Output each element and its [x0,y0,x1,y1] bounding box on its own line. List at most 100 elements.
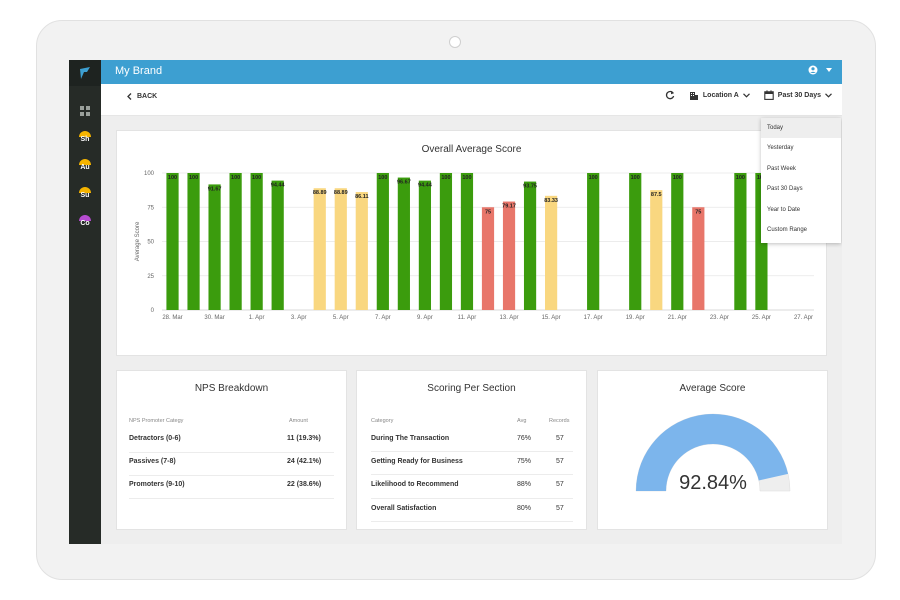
section-avg: 76% [517,435,532,442]
x-tick-label: 17. Apr [584,315,603,321]
chart-bar [397,177,410,310]
calendar-icon [764,90,774,100]
chart-bar [734,173,747,310]
nps-amount: 22 (38.6%) [287,481,322,488]
sidebar-item-au[interactable]: Au [69,155,101,177]
chart-bar [587,173,600,310]
brand-logo[interactable] [69,60,101,86]
x-tick-label: 15. Apr [542,315,561,321]
toolbar-actions: Location A Past 30 Days [665,90,832,100]
chart-bar [229,173,242,310]
chart-bar [671,173,684,310]
chart-bar [481,207,495,310]
row-divider [129,475,334,476]
toolbar: BACK Location A Past 30 Days [101,84,842,116]
date-option-custom-range[interactable]: Custom Range [761,220,841,240]
nps-breakdown-card: NPS Breakdown NPS Promoter Categy Amount… [116,370,347,530]
caret-down-icon [826,68,832,72]
x-tick-label: 23. Apr [710,315,729,321]
chart-bar [460,173,474,310]
y-tick-label: 25 [147,274,154,280]
bar-value-label: 75 [695,209,701,215]
section-avg: 75% [517,458,532,465]
chart-bar [313,188,326,310]
sections-header-records: Records [549,418,570,424]
user-menu[interactable] [808,65,832,75]
section-records: 57 [556,458,564,465]
app-title: My Brand [115,65,163,77]
sections-title: Scoring Per Section [427,383,516,394]
sections-header-category: Category [371,418,394,424]
row-divider [371,521,573,522]
date-range-dropdown: Today Yesterday Past Week Past 30 Days Y… [761,118,841,243]
top-bar: My Brand [101,60,842,84]
row-divider [371,451,573,452]
x-tick-label: 25. Apr [752,315,771,321]
x-tick-label: 5. Apr [333,315,349,321]
chart-bar [334,188,347,310]
bar-value-label: 87.5 [651,192,662,198]
chevron-down-icon [825,92,832,98]
sections-header-avg: Avg [517,418,527,424]
row-divider [129,498,334,499]
chart-bar [502,201,516,310]
x-tick-label: 28. Mar [162,315,182,321]
bar-value-label: 100 [189,175,198,181]
section-category: Likelihood to Recommend [371,481,459,488]
bar-value-label: 75 [485,209,491,215]
chart-bar [692,207,705,310]
nps-title: NPS Breakdown [194,383,269,394]
section-records: 57 [556,505,564,512]
date-option-past-30-days[interactable]: Past 30 Days [761,179,841,199]
sidebar-item-sh[interactable]: Sh [69,127,101,149]
bar-value-label: 100 [231,175,240,181]
location-label: Location A [702,91,739,99]
building-icon [689,92,698,100]
bar-value-label: 96.67 [397,180,411,186]
back-label: BACK [137,93,158,100]
bar-value-label: 100 [252,175,261,181]
sidebar-item-su[interactable]: Su [69,183,101,205]
date-option-today[interactable]: Today [761,118,841,138]
row-divider [371,474,573,475]
back-button[interactable]: BACK [127,93,157,100]
sidebar-item-label: Su [80,192,90,199]
chart-bar [376,173,389,310]
x-tick-label: 9. Apr [417,315,433,321]
sidebar-item-label: Au [80,164,90,171]
chart-bar [418,180,432,310]
x-tick-label: 7. Apr [375,315,391,321]
date-range-selector[interactable]: Past 30 Days [764,90,832,100]
sidebar-item-co[interactable]: Co [69,211,101,233]
refresh-icon[interactable] [665,90,675,100]
section-records: 57 [556,481,564,488]
x-tick-label: 11. Apr [458,315,477,321]
x-tick-label: 13. Apr [500,315,519,321]
bar-value-label: 94.44 [418,183,433,189]
dashboard-icon[interactable] [69,100,101,122]
section-category: During The Transaction [371,435,450,442]
y-tick-label: 75 [147,205,154,211]
chevron-left-icon [127,93,132,100]
score-gauge: 92.84% [635,413,791,494]
date-option-past-week[interactable]: Past Week [761,159,841,179]
bar-value-label: 100 [589,175,598,181]
date-option-year-to-date[interactable]: Year to Date [761,200,841,220]
x-tick-label: 1. Apr [249,315,265,321]
x-tick-label: 27. Apr [794,315,813,321]
bar-value-label: 100 [462,175,471,181]
nps-category: Promoters (9-10) [129,481,185,488]
row-divider [371,498,573,499]
date-option-yesterday[interactable]: Yesterday [761,138,841,158]
bar-value-label: 100 [631,175,640,181]
chart-bar [544,195,558,310]
chevron-down-icon [742,92,750,98]
bar-value-label: 91.67 [208,186,222,192]
nps-category: Detractors (0-6) [129,435,181,442]
location-selector[interactable]: Location A [689,90,750,100]
overall-score-card: Overall Average Score 0 25 50 75 100 Average … [116,130,827,356]
bar-value-label: 83.33 [544,198,558,204]
bar-chart: 0 25 50 75 100 Average Score 100 100 91.67 100 100… [135,171,814,321]
chart-bar [355,192,368,310]
bar-value-label: 100 [378,175,387,181]
